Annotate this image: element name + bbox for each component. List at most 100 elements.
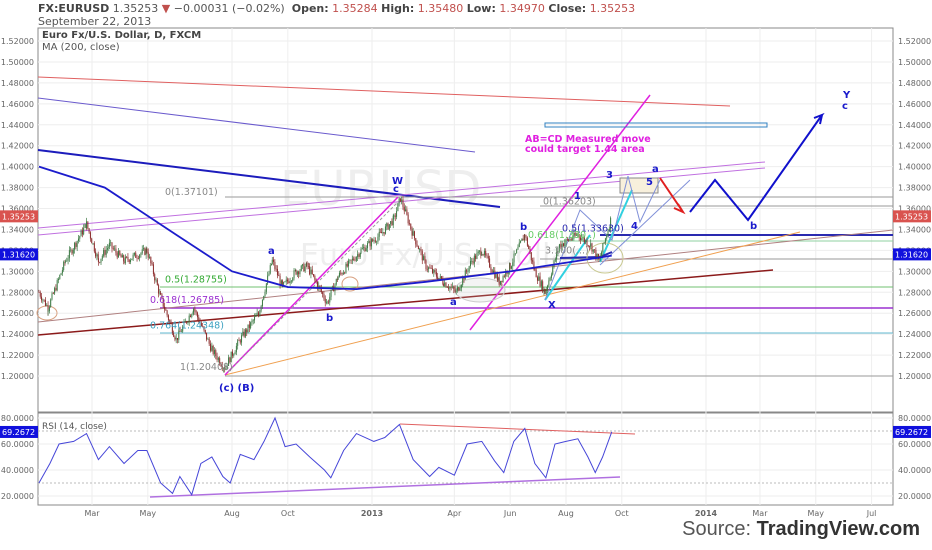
- candle-body: [445, 282, 447, 288]
- candle-body: [56, 280, 58, 291]
- wave-label: a: [268, 246, 275, 257]
- candle-body: [469, 261, 471, 267]
- y-tick-label-left: 1.24000: [1, 330, 34, 339]
- candle-body: [216, 356, 218, 360]
- candle-body: [495, 273, 497, 278]
- candle-body: [326, 301, 328, 303]
- candle-body: [154, 274, 156, 281]
- candle-body: [467, 271, 469, 272]
- candle-body: [407, 214, 409, 224]
- candle-body: [522, 238, 524, 241]
- candle-body: [516, 249, 518, 254]
- candle-body: [439, 276, 441, 278]
- candle-body: [494, 270, 496, 278]
- candle-body: [59, 274, 61, 279]
- rsi-support-line[interactable]: [149, 476, 621, 498]
- trendline-red[interactable]: [37, 76, 731, 107]
- candle-body: [341, 273, 343, 275]
- candle-body: [408, 223, 410, 224]
- candle-body: [116, 252, 118, 258]
- candle-body: [298, 271, 300, 275]
- candle-body: [453, 286, 455, 290]
- candle-body: [435, 272, 437, 277]
- candle-body: [544, 288, 546, 294]
- candle-body: [449, 287, 451, 289]
- watermark-symbol: EURUSD: [280, 161, 481, 217]
- x-tick-label: 2013: [361, 509, 383, 518]
- candle-body: [64, 261, 66, 263]
- candle-body: [235, 345, 237, 353]
- candle-body: [391, 221, 393, 226]
- candle-body: [130, 259, 132, 262]
- y-tick-label-left: 1.44000: [1, 121, 34, 130]
- candle-body: [351, 258, 353, 261]
- candle-body: [450, 287, 452, 288]
- candle-body: [365, 248, 367, 252]
- candle-body: [364, 247, 366, 252]
- candle-body: [410, 223, 412, 229]
- candle-body: [139, 255, 141, 259]
- candle-body: [307, 266, 309, 267]
- price-pane-frame: [37, 27, 894, 413]
- candle-body: [337, 276, 339, 280]
- candle-body: [601, 252, 603, 257]
- candle-body: [140, 253, 142, 256]
- candle-body: [401, 199, 403, 202]
- wave-label: 4: [631, 221, 638, 232]
- candle-body: [284, 281, 286, 283]
- price-tag-label: 1.31620: [895, 250, 928, 259]
- candle-body: [310, 269, 312, 275]
- candle-body: [304, 266, 306, 272]
- y-tick-label-left: 1.34000: [1, 225, 34, 234]
- candle-body: [368, 240, 370, 244]
- candle-body: [303, 264, 305, 272]
- candle-body: [176, 337, 178, 340]
- candle-body: [463, 277, 465, 280]
- candle-body: [363, 247, 365, 249]
- x-tick-label: Oct: [281, 509, 295, 518]
- candle-body: [269, 265, 271, 274]
- candle-body: [81, 230, 83, 235]
- candle-body: [275, 268, 277, 270]
- candle-body: [165, 309, 167, 311]
- candle-body: [377, 236, 379, 242]
- candle-body: [530, 252, 532, 261]
- y-tick-label-left: 1.28000: [1, 288, 34, 297]
- candle-body: [476, 253, 478, 259]
- candle-body: [251, 320, 253, 323]
- wave-label: a: [652, 164, 659, 175]
- candle-body: [156, 279, 158, 286]
- candle-body: [38, 292, 40, 293]
- candle-body: [279, 276, 281, 285]
- candle-body: [239, 340, 241, 343]
- candle-body: [313, 274, 315, 276]
- candle-body: [591, 243, 593, 252]
- wave-label: 5: [646, 177, 653, 188]
- candle-body: [589, 246, 591, 247]
- y-tick-label-right: 1.20000: [898, 372, 931, 381]
- price-chart[interactable]: 1.52000 1.52000 1.50000 1.50000 1.48000 1.480…: [0, 0, 932, 550]
- candle-body: [80, 230, 82, 237]
- candle-body: [133, 252, 135, 255]
- candle-body: [489, 258, 491, 268]
- candle-body: [545, 289, 547, 294]
- candle-body: [444, 282, 446, 286]
- candle-body: [124, 256, 126, 264]
- candle-body: [158, 285, 160, 294]
- red-arrow[interactable]: [659, 177, 686, 215]
- candle-body: [86, 221, 88, 229]
- candle-body: [487, 256, 489, 259]
- rsi-resistance-line[interactable]: [399, 423, 636, 435]
- source-prefix: Source:: [682, 518, 757, 540]
- fib-label: 1(1.20408): [180, 362, 233, 373]
- x-tick-label: May: [140, 509, 157, 518]
- candle-body: [295, 269, 297, 275]
- candle-body: [250, 322, 252, 328]
- rsi-tick-left: 40.0000: [1, 466, 34, 475]
- rsi-tick-right: 20.0000: [898, 492, 931, 501]
- candle-body: [498, 277, 500, 285]
- candle-body: [101, 255, 103, 259]
- candle-body: [246, 329, 248, 333]
- candle-body: [87, 221, 89, 229]
- candle-body: [361, 248, 363, 250]
